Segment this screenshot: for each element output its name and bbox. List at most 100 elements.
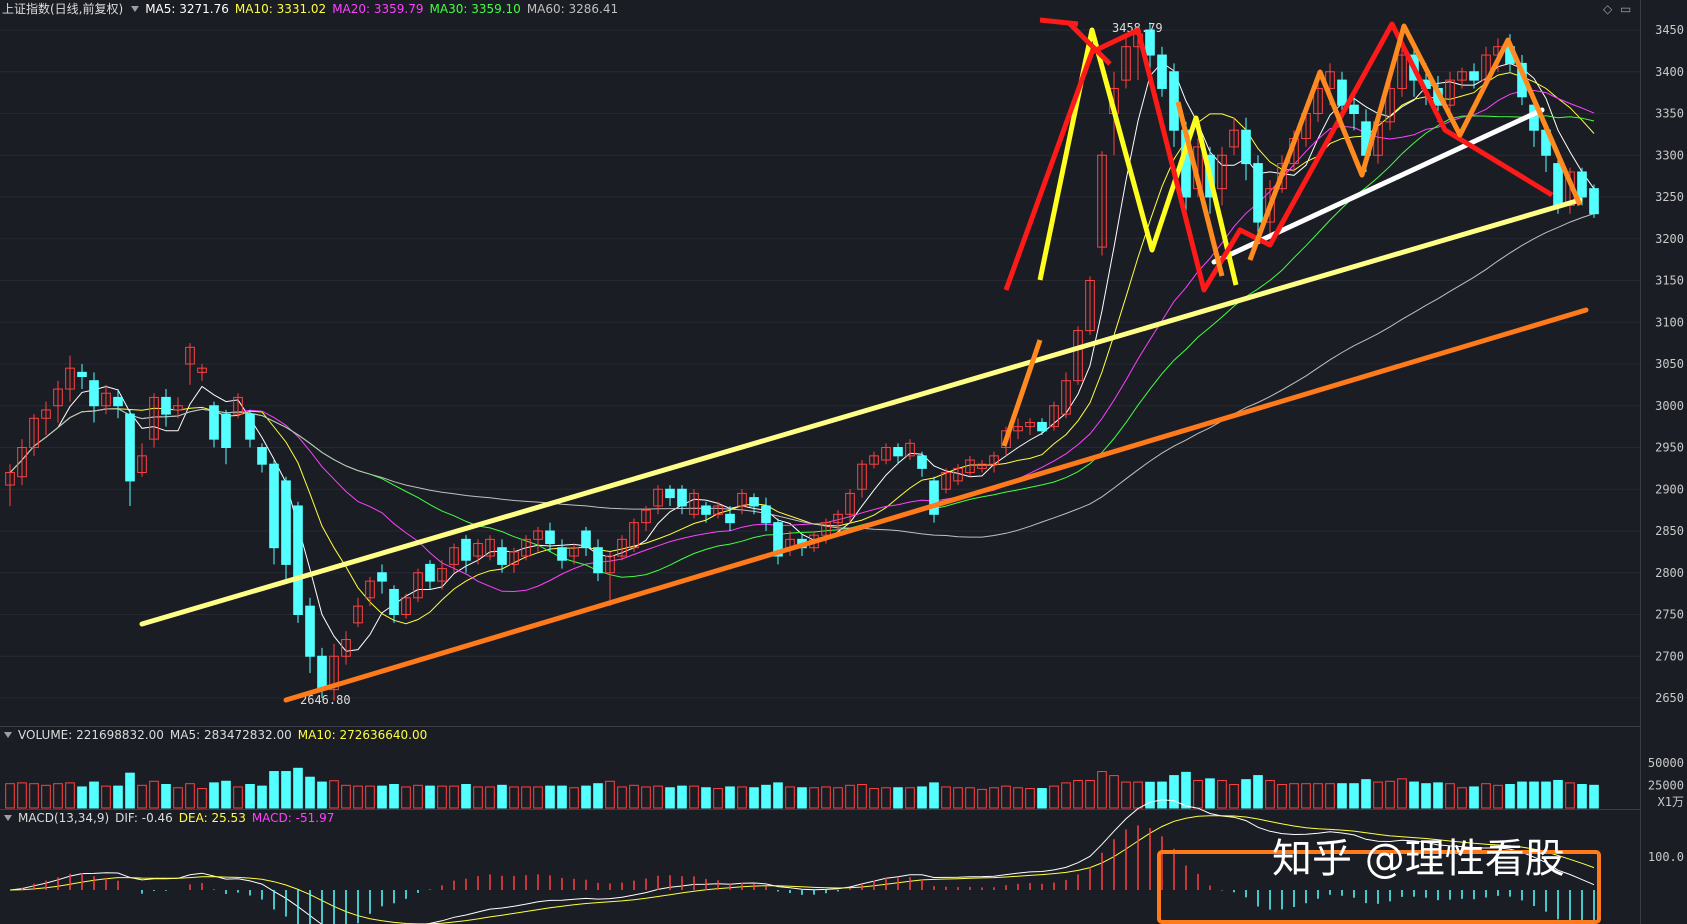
candle-down [557,547,567,561]
candle-down [281,480,291,565]
volume-bar [1277,784,1287,809]
volume-bar [1553,779,1563,809]
volume-bar [329,780,339,809]
lower-trend-line [283,307,1589,703]
ma60-line [9,213,1595,538]
volume-bar [449,785,459,809]
volume-bar [605,780,615,809]
volume-bar [833,787,843,809]
volume-bar [1241,779,1251,809]
volume-bar [293,767,303,809]
volume-bar [1337,783,1347,809]
candle-down [893,447,903,457]
volume-tick-label: 50000 [1648,756,1684,770]
volume-bar [413,784,423,809]
volume-bar [1253,775,1263,809]
volume-bar [1289,783,1299,809]
volume-bar [965,787,975,809]
red-wave-line [1003,21,1554,293]
volume-bar [53,783,63,809]
volume-bar [1457,787,1467,809]
volume-bar [1325,783,1335,809]
volume-bar [1505,784,1515,809]
volume-bar [269,771,279,809]
candle-down [269,463,279,549]
volume-bar [317,781,327,809]
volume-bar [893,787,903,809]
candle-down [1337,79,1347,106]
candle-down [1553,163,1563,206]
macd-tick-label: 100.0 [1648,850,1684,864]
candle-down [1577,171,1587,198]
volume-bar [161,784,171,809]
volume-bar [701,787,711,809]
volume-bar [1541,781,1551,809]
candle-down [725,513,735,524]
price-tick-label: 3050 [1655,357,1684,371]
volume-bar [341,784,351,809]
candle-down [581,530,591,549]
candle-down [749,497,759,507]
candle-down [1349,104,1359,115]
volume-bar [437,785,447,809]
volume-bar [713,788,723,809]
volume-bar [1517,781,1527,809]
volume-bar [1037,788,1047,809]
volume-bar [593,783,603,809]
volume-bar [137,784,147,809]
volume-bar [1193,779,1203,809]
volume-bar [1493,784,1503,809]
volume-bar [797,787,807,809]
volume-bar [1109,775,1119,809]
candle-down [917,455,927,469]
volume-bar [1181,771,1191,809]
volume-bar [461,784,471,809]
volume-bar [521,786,531,809]
volume-bar [1049,785,1059,809]
volume-bar [1229,784,1239,809]
candle-down [461,538,471,561]
volume-bar [209,782,219,809]
volume-bar [5,783,15,809]
volume-bar [953,787,963,809]
volume-bar [281,771,291,809]
volume-bar [737,786,747,809]
volume-bar [173,787,183,809]
volume-bar [1013,787,1023,809]
volume-bar [905,787,915,809]
kline-chart[interactable]: 3450 3400 3350 3300 3250 3200 3150 3100 3050 3000… [0,0,1687,924]
volume-tick-label: 25000 [1648,779,1684,793]
candle-down [665,488,675,499]
volume-bar [809,787,819,809]
candle-down [377,572,387,582]
candle-down [389,588,399,616]
candle-down [425,563,435,582]
volume-bar [389,784,399,809]
candle-down [1241,129,1251,165]
price-tick-label: 2950 [1655,441,1684,455]
volume-bar [473,786,483,809]
candle-down [89,380,99,407]
upper-trend-line [139,197,1583,627]
volume-bar [149,780,159,809]
volume-bar [1433,782,1443,809]
candle-down [317,655,327,691]
volume-bar [1589,784,1599,809]
candle-down [257,447,267,465]
volume-bar [773,782,783,809]
volume-bar [1097,771,1107,809]
price-tick-label: 2850 [1655,524,1684,538]
volume-bar [41,784,51,809]
volume-bar [1421,783,1431,809]
price-tick-label: 3400 [1655,65,1684,79]
volume-bar [641,786,651,809]
volume-bar [1169,775,1179,809]
price-tick-label: 2900 [1655,482,1684,496]
volume-bar [1001,785,1011,809]
volume-bar [1061,782,1071,809]
candle-down [701,505,711,515]
volume-bar [1397,778,1407,809]
candle-down [929,480,939,515]
price-tick-label: 3200 [1655,232,1684,246]
volume-bar [365,785,375,809]
